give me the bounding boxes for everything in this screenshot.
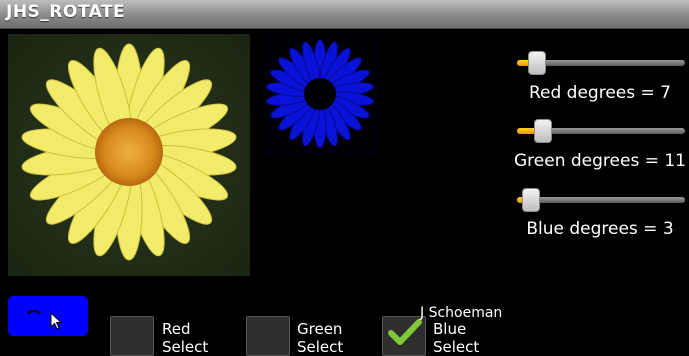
- blue-degrees-slider[interactable]: [515, 188, 685, 212]
- red-select-checkbox[interactable]: [110, 316, 154, 356]
- slider-thumb[interactable]: [533, 119, 552, 143]
- red-degrees-label: Red degrees = 7: [528, 83, 671, 103]
- green-select-label: Green Select: [297, 320, 344, 356]
- blue-select-checkbox[interactable]: [382, 316, 426, 356]
- rotated-flower-image: [262, 34, 380, 156]
- mouse-cursor-icon: [50, 312, 62, 330]
- slider-thumb[interactable]: [521, 188, 540, 212]
- blue-degrees-label: Blue degrees = 3: [526, 219, 674, 239]
- title-bar: JHS_ROTATE: [0, 0, 689, 29]
- slider-track: [517, 197, 685, 203]
- green-select-checkbox[interactable]: [246, 316, 290, 356]
- author-credit: J Schoeman: [420, 305, 503, 321]
- original-flower-image: [8, 34, 250, 276]
- slider-thumb[interactable]: [527, 51, 546, 75]
- red-degrees-slider[interactable]: [515, 51, 685, 75]
- green-degrees-label: Green degrees = 11: [513, 151, 686, 171]
- loading-spinner-icon: [24, 310, 44, 330]
- blue-select-label: Blue Select: [433, 320, 480, 356]
- checkmark-icon: [388, 319, 422, 345]
- app-title: JHS_ROTATE: [6, 2, 126, 22]
- red-select-label: Red Select: [162, 320, 209, 356]
- green-degrees-slider[interactable]: [515, 119, 685, 143]
- rotate-button[interactable]: [8, 296, 88, 336]
